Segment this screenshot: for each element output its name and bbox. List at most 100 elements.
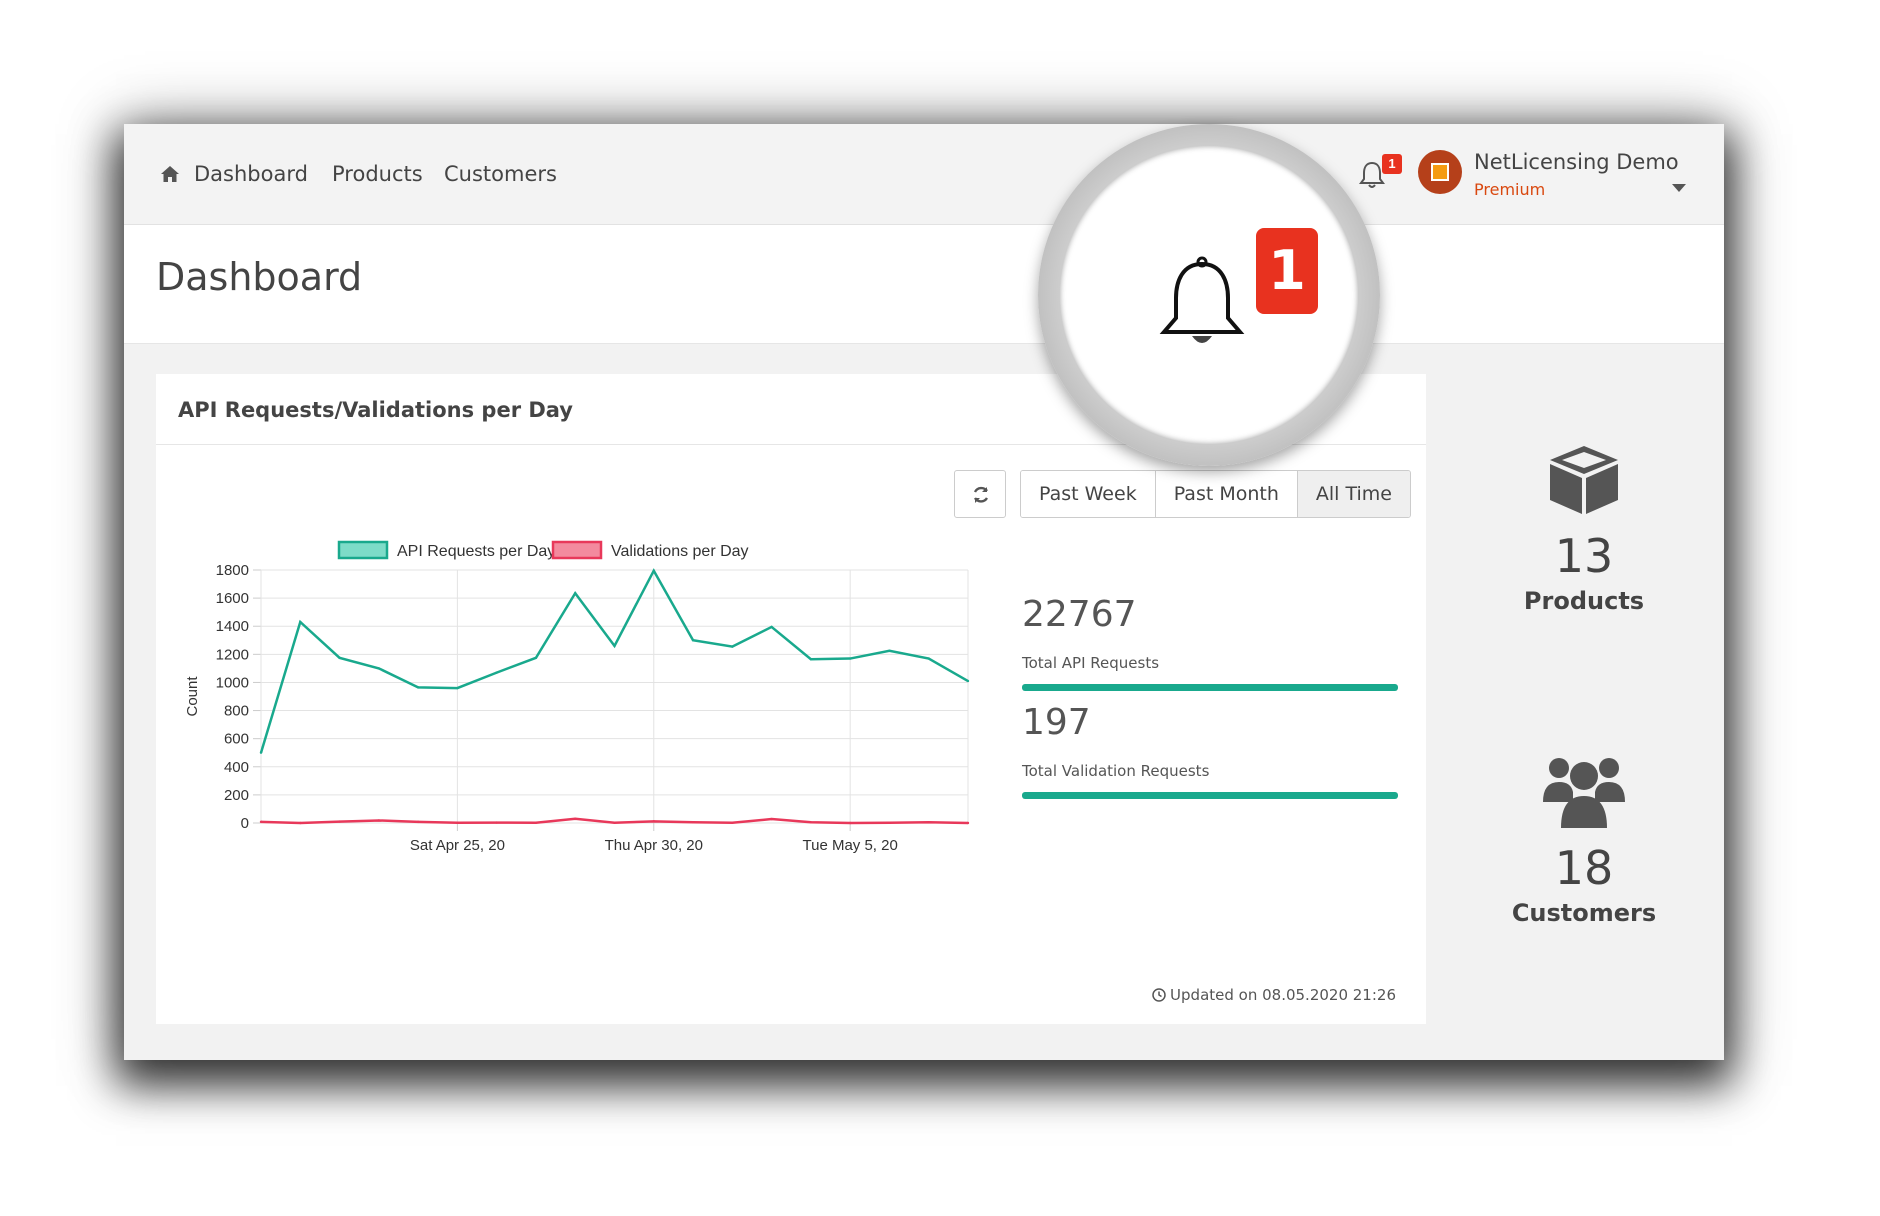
chart-panel: API Requests/Validations per Day Past We… — [156, 374, 1426, 1024]
data-point — [534, 821, 538, 824]
y-tick-label: 600 — [224, 731, 249, 748]
nav-products[interactable]: Products — [332, 162, 423, 186]
data-point — [377, 819, 381, 822]
notification-badge-large: 1 — [1256, 228, 1318, 314]
total-api-requests-progress — [1022, 684, 1398, 691]
line-chart: 0 200 400 600 800 1000 1200 1400 1600 1800 Sat Apr… — [184, 540, 970, 854]
data-point — [259, 751, 263, 754]
data-point — [770, 817, 773, 821]
legend-label: API Requests per Day — [397, 543, 555, 560]
data-point — [416, 820, 420, 824]
data-point — [574, 591, 577, 595]
data-point — [299, 620, 302, 624]
data-point — [456, 686, 459, 690]
data-point — [731, 645, 734, 648]
y-tick-label: 1200 — [216, 646, 249, 663]
bell-icon-large — [1159, 256, 1245, 343]
data-point — [888, 649, 891, 653]
page-title: Dashboard — [156, 255, 363, 299]
y-tick-label: 1800 — [216, 562, 249, 579]
user-plan: Premium — [1474, 180, 1546, 199]
total-validation-requests-progress — [1022, 792, 1398, 799]
total-validation-requests-value: 197 — [1022, 702, 1091, 743]
home-icon — [161, 166, 179, 182]
customers-count: 18 — [1554, 841, 1614, 895]
data-point — [495, 821, 498, 824]
y-axis-label: Count — [184, 676, 201, 717]
products-widget[interactable]: 13 Products — [1474, 442, 1694, 615]
y-tick-label: 200 — [224, 787, 249, 804]
avatar-logo-icon — [1431, 163, 1449, 181]
data-point — [966, 821, 970, 825]
legend-label: Validations per Day — [611, 543, 749, 560]
data-point — [691, 639, 695, 642]
box-icon — [1550, 446, 1618, 514]
range-all-time-button[interactable]: All Time — [1297, 471, 1410, 517]
data-point — [613, 821, 616, 824]
legend-swatch — [551, 540, 603, 560]
data-point — [770, 625, 773, 629]
range-past-month-button[interactable]: Past Month — [1155, 471, 1298, 517]
products-count: 13 — [1554, 529, 1614, 583]
data-point — [574, 817, 577, 820]
panel-title: API Requests/Validations per Day — [178, 398, 574, 422]
notification-badge: 1 — [1382, 154, 1402, 174]
data-point — [888, 821, 891, 824]
notification-magnifier: 1 — [1038, 124, 1380, 466]
refresh-button[interactable] — [954, 470, 1006, 518]
data-point — [927, 821, 930, 824]
y-tick-label: 1400 — [216, 618, 249, 635]
range-button-group: Past Week Past Month All Time — [1020, 470, 1411, 518]
data-point — [848, 821, 852, 825]
clock-icon — [1152, 988, 1166, 1002]
data-point — [299, 821, 302, 825]
data-point — [652, 569, 655, 572]
total-api-requests-value: 22767 — [1022, 594, 1137, 635]
products-label: Products — [1523, 587, 1645, 615]
data-point — [416, 686, 420, 689]
x-tick-label: Thu Apr 30, 20 — [605, 837, 703, 854]
data-point — [338, 820, 341, 823]
data-point — [691, 821, 695, 824]
nav-customers[interactable]: Customers — [444, 162, 557, 186]
y-tick-label: 0 — [241, 815, 249, 832]
data-point — [259, 820, 263, 824]
data-point — [534, 656, 538, 660]
x-tick-label: Sat Apr 25, 20 — [410, 837, 505, 854]
y-tick-label: 800 — [224, 703, 249, 720]
nav-dashboard[interactable]: Dashboard — [194, 162, 308, 186]
legend-swatch — [337, 540, 389, 560]
x-tick-label: Tue May 5, 20 — [803, 837, 898, 854]
customers-label: Customers — [1511, 899, 1657, 927]
y-tick-label: 1000 — [216, 674, 249, 691]
app-window: Dashboard Products Customers 1 NetLicens… — [124, 124, 1724, 1060]
data-point — [338, 656, 341, 660]
data-point — [809, 821, 813, 824]
range-past-week-button[interactable]: Past Week — [1021, 471, 1156, 517]
data-point — [652, 820, 655, 823]
users-icon — [1543, 758, 1625, 828]
refresh-icon — [973, 486, 989, 503]
data-point — [377, 667, 381, 670]
page-header: Dashboard — [124, 225, 1724, 344]
data-point — [495, 671, 498, 674]
updated-text: Updated on 08.05.2020 21:26 — [1170, 986, 1396, 1004]
data-point — [966, 679, 970, 683]
data-point — [927, 657, 930, 660]
y-tick-label: 1600 — [216, 590, 249, 607]
total-validation-requests-label: Total Validation Requests — [1022, 762, 1210, 780]
data-point — [456, 821, 459, 824]
top-navbar: Dashboard Products Customers 1 NetLicens… — [124, 124, 1724, 225]
data-point — [613, 644, 616, 648]
data-point — [731, 821, 734, 824]
user-name[interactable]: NetLicensing Demo — [1474, 150, 1679, 174]
data-point — [848, 657, 852, 660]
total-api-requests-label: Total API Requests — [1022, 654, 1160, 672]
y-tick-label: 400 — [224, 759, 249, 776]
avatar[interactable] — [1418, 150, 1462, 194]
chevron-down-icon[interactable] — [1672, 184, 1686, 192]
customers-widget[interactable]: 18 Customers — [1474, 750, 1694, 927]
data-point — [809, 658, 813, 661]
updated-timestamp: Updated on 08.05.2020 21:26 — [1152, 986, 1396, 1004]
magnifier-lens: 1 — [1060, 146, 1358, 444]
